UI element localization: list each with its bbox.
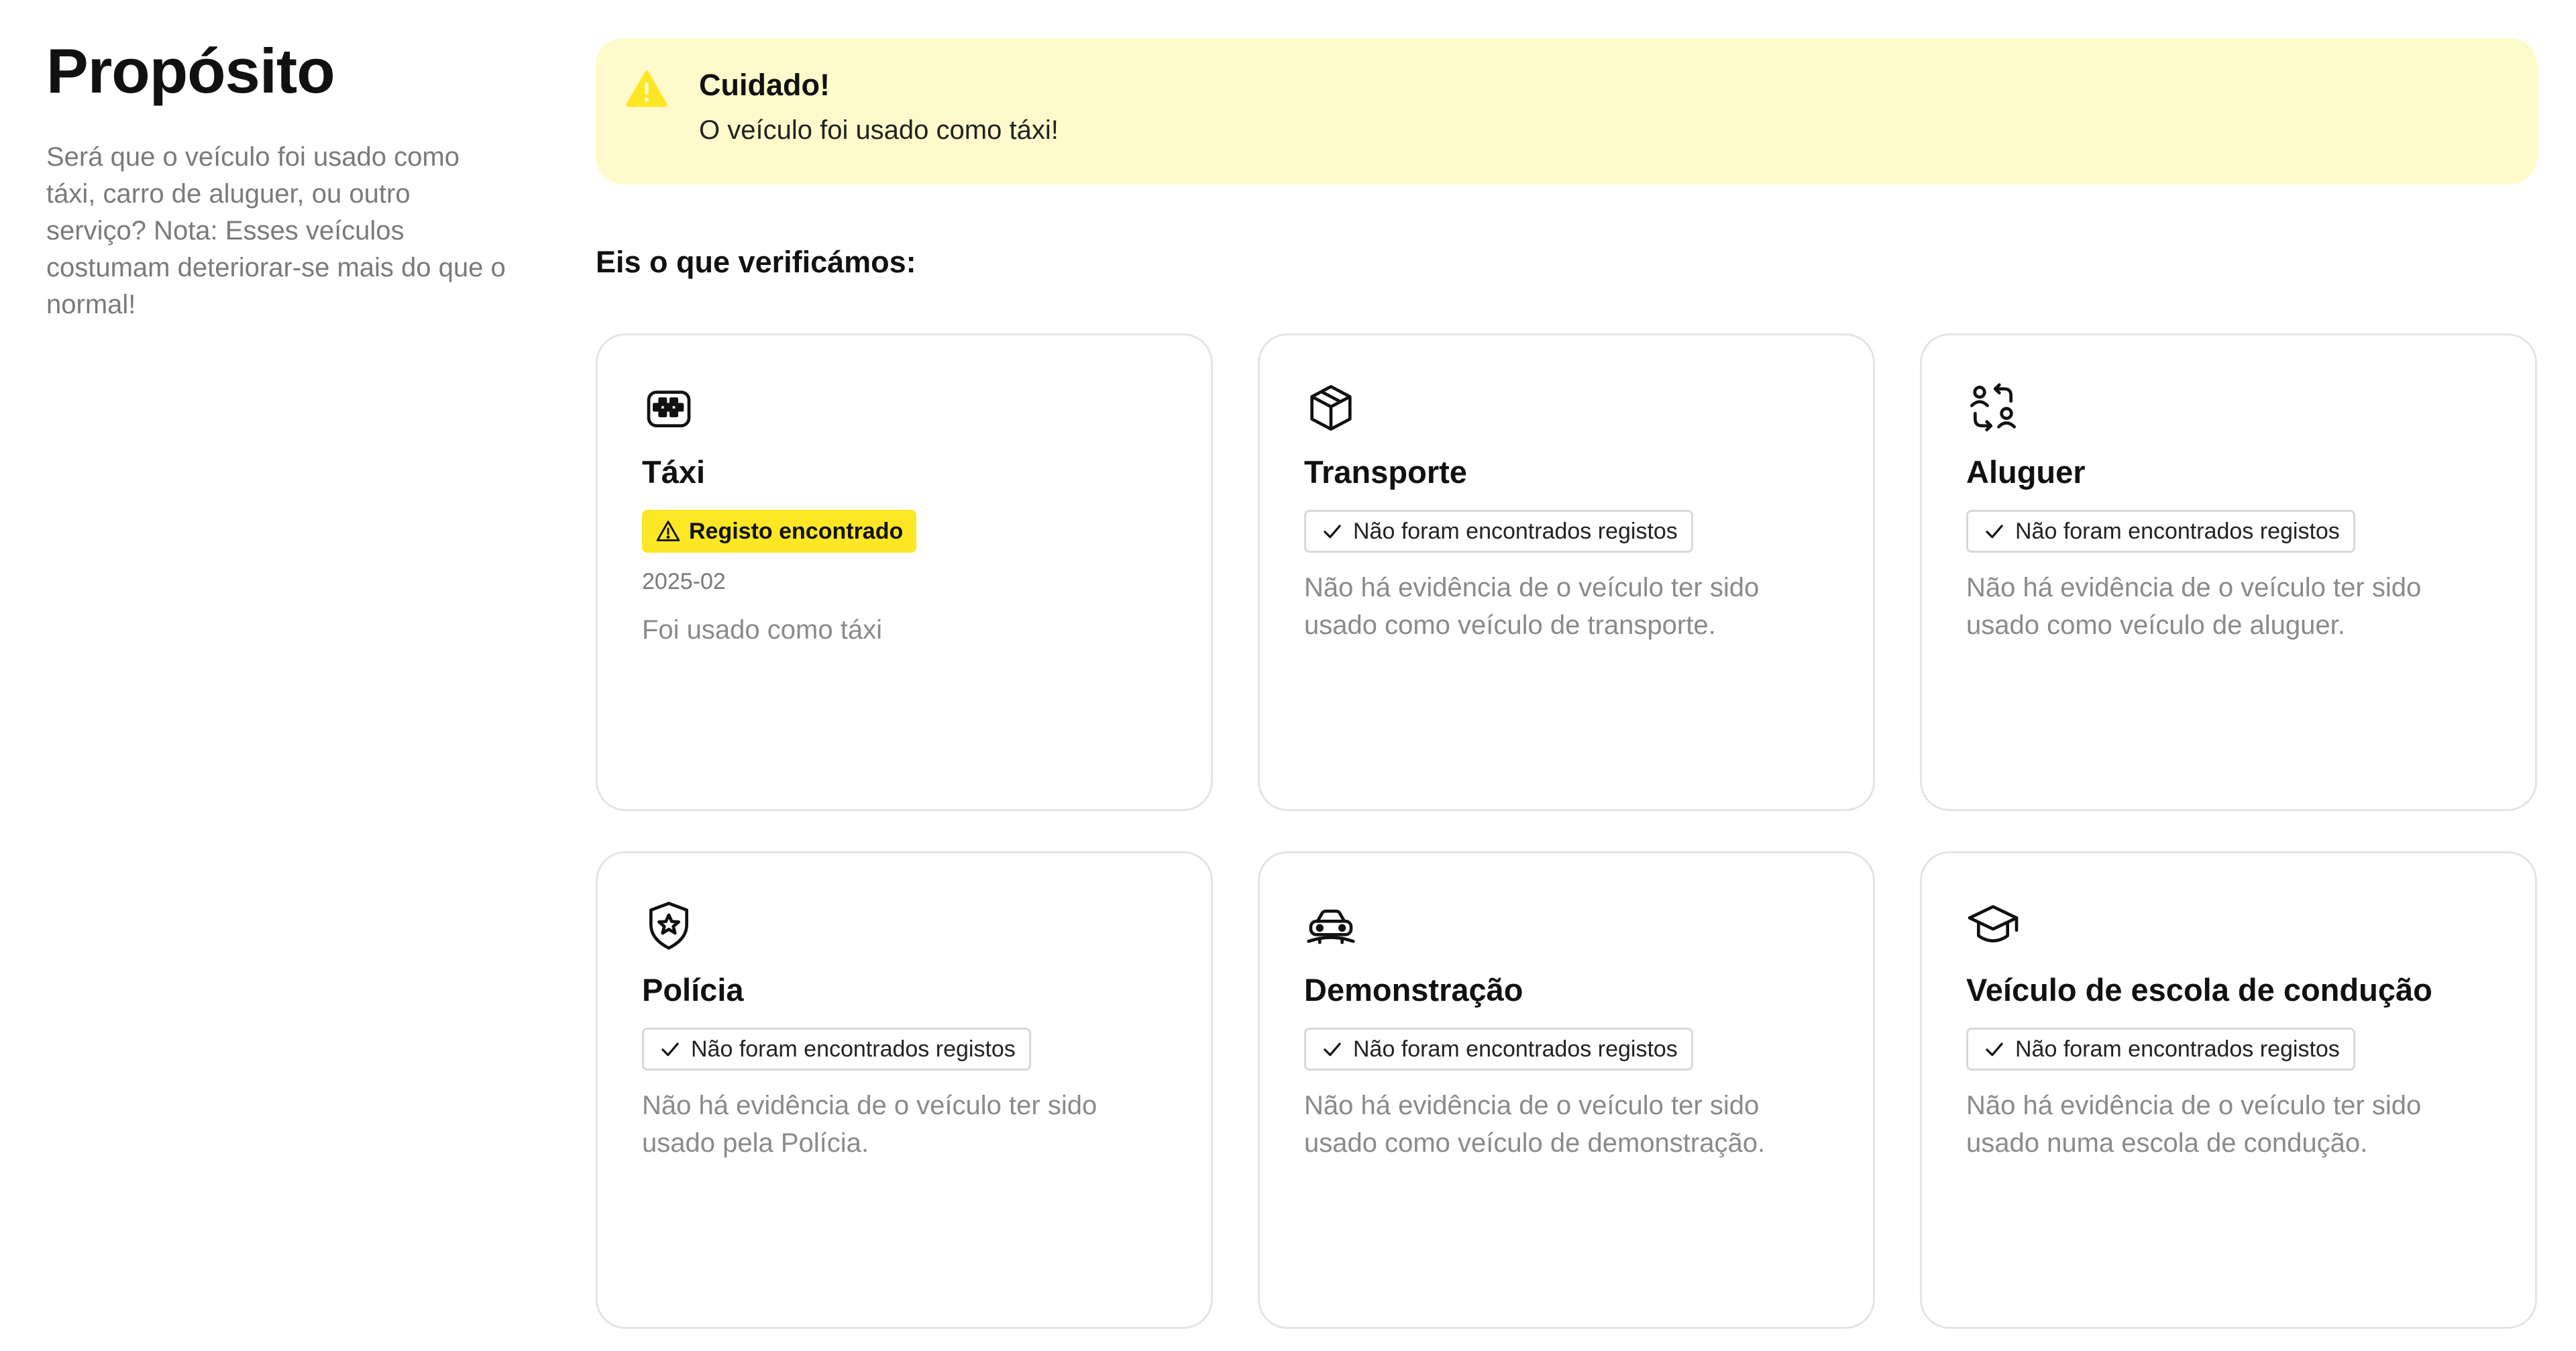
badge-label: Registo encontrado bbox=[689, 518, 904, 544]
card-description: Não há evidência de o veículo ter sido u… bbox=[642, 1091, 1097, 1158]
page-title: Propósito bbox=[46, 36, 335, 106]
badge-label: Não foram encontrados registos bbox=[1353, 1036, 1678, 1062]
card-description: Não há evidência de o veículo ter sido u… bbox=[1304, 1091, 1766, 1158]
badge-label: Não foram encontrados registos bbox=[691, 1036, 1016, 1062]
check-icon bbox=[1324, 525, 1341, 539]
card-title: Demonstração bbox=[1304, 972, 1523, 1008]
check-icon bbox=[1986, 525, 2003, 539]
card-description: Não há evidência de o veículo ter sido u… bbox=[1966, 1091, 2422, 1158]
checks-heading: Eis o que verificámos: bbox=[596, 245, 916, 279]
no-records-badge: Não foram encontrados registos bbox=[1966, 510, 2355, 553]
record-date: 2025-02 bbox=[642, 569, 726, 595]
check-card-police: Polícia Não foram encontrados registos N… bbox=[596, 851, 1213, 1329]
warning-icon bbox=[625, 67, 668, 110]
check-icon bbox=[1324, 1042, 1341, 1057]
alert-text: O veículo foi usado como táxi! bbox=[699, 115, 1059, 145]
card-title: Veículo de escola de condução bbox=[1966, 972, 2432, 1008]
police-shield-icon bbox=[642, 899, 696, 953]
check-card-rental: Aluguer Não foram encontrados registos N… bbox=[1920, 333, 2537, 811]
record-found-badge: Registo encontrado bbox=[642, 510, 917, 553]
check-card-driving-school: Veículo de escola de condução Não foram … bbox=[1920, 851, 2537, 1329]
card-title: Aluguer bbox=[1966, 454, 2086, 490]
check-icon bbox=[1986, 1042, 2003, 1057]
check-card-demonstration: Demonstração Não foram encontrados regis… bbox=[1258, 851, 1875, 1329]
card-title: Táxi bbox=[642, 454, 706, 490]
rental-swap-icon bbox=[1966, 381, 2020, 435]
warning-alert: Cuidado! O veículo foi usado como táxi! bbox=[596, 38, 2537, 184]
badge-label: Não foram encontrados registos bbox=[2015, 518, 2340, 544]
card-title: Polícia bbox=[642, 972, 744, 1008]
no-records-badge: Não foram encontrados registos bbox=[1304, 1028, 1693, 1071]
no-records-badge: Não foram encontrados registos bbox=[1966, 1028, 2355, 1071]
card-description: Não há evidência de o veículo ter sido u… bbox=[1966, 573, 2422, 641]
warning-icon bbox=[656, 521, 680, 542]
badge-label: Não foram encontrados registos bbox=[1353, 518, 1678, 544]
check-card-taxi: Táxi Registo encontrado 2025-02 Foi usad… bbox=[596, 333, 1213, 811]
graduation-cap-icon bbox=[1966, 899, 2020, 953]
demo-car-icon bbox=[1304, 899, 1358, 953]
no-records-badge: Não foram encontrados registos bbox=[1304, 510, 1693, 553]
card-description: Foi usado como táxi bbox=[642, 615, 882, 645]
check-icon bbox=[661, 1042, 679, 1057]
no-records-badge: Não foram encontrados registos bbox=[642, 1028, 1031, 1071]
alert-title: Cuidado! bbox=[699, 68, 830, 102]
card-description: Não há evidência de o veículo ter sido u… bbox=[1304, 573, 1760, 641]
taxi-icon bbox=[642, 381, 696, 435]
card-title: Transporte bbox=[1304, 454, 1467, 490]
main-content: Cuidado! O veículo foi usado como táxi! … bbox=[596, 38, 2537, 1329]
check-card-transport: Transporte Não foram encontrados registo… bbox=[1258, 333, 1875, 811]
purpose-sidebar: Propósito Será que o veículo foi usado c… bbox=[46, 34, 516, 323]
page-description: Será que o veículo foi usado como táxi, … bbox=[46, 142, 506, 319]
badge-label: Não foram encontrados registos bbox=[2015, 1036, 2340, 1062]
box-icon bbox=[1304, 381, 1358, 435]
checks-grid: Táxi Registo encontrado 2025-02 Foi usad… bbox=[596, 333, 2537, 1329]
